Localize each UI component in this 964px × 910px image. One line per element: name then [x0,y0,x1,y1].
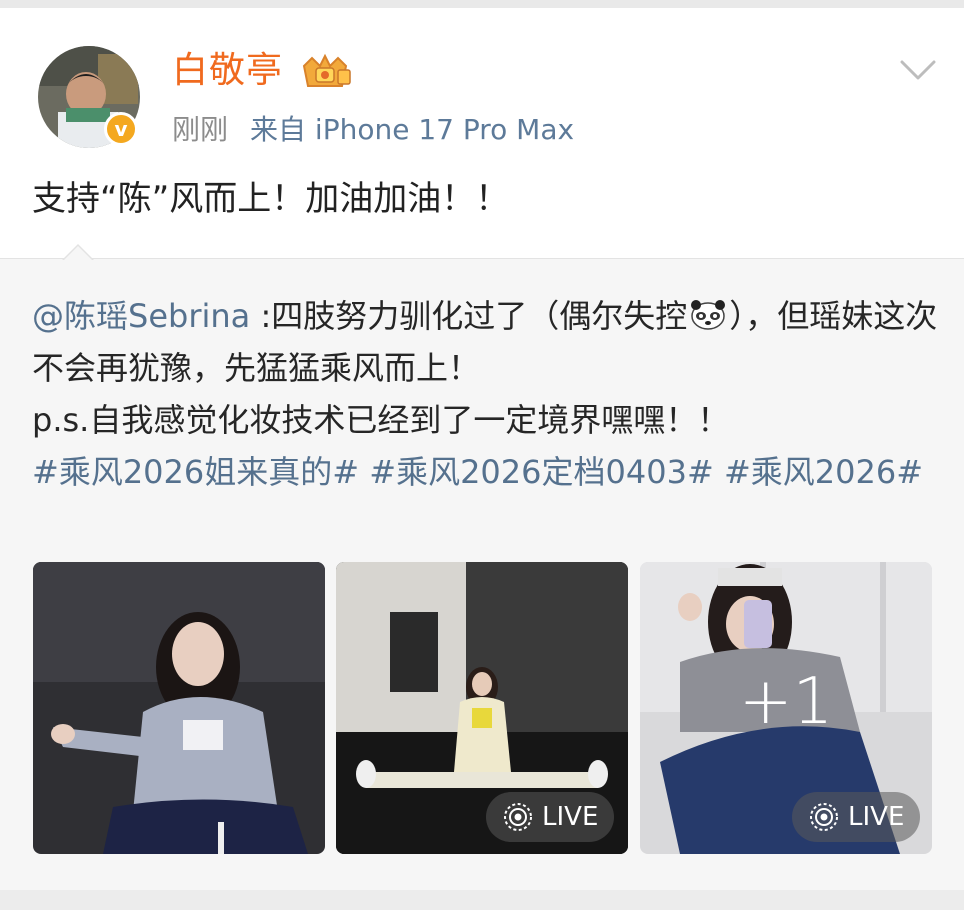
live-icon [504,803,532,831]
hashtag-3[interactable]: #乘风2026# [724,453,923,491]
post-time: 刚刚 [172,113,229,146]
bottom-strip [0,890,964,910]
repost-line2: p.s.自我感觉化妆技术已经到了一定境界嘿嘿！！ [32,401,730,439]
panda-emoji-icon [691,300,726,330]
top-strip [0,0,964,8]
chevron-down-icon[interactable] [900,58,936,82]
live-label: LIVE [542,802,599,832]
post-meta: 刚刚 来自 iPhone 17 Pro Max [172,110,574,150]
more-images-count[interactable]: +1 [640,662,932,742]
repost-notch-inner [63,246,93,261]
image-thumbnail-3[interactable]: +1 LIVE [640,562,932,854]
repost-text: @陈瑶Sebrina :四肢努力驯化过了（偶尔失控 ），但瑶妹这次不会再犹豫，先… [32,290,938,498]
divider [0,258,964,259]
live-badge: LIVE [486,792,614,842]
live-badge-2: LIVE [792,792,920,842]
image-thumbnail-1[interactable] [33,562,325,854]
crown-badge-icon[interactable] [298,52,352,92]
live-icon [810,803,838,831]
repost-text-part1: :四肢努力驯化过了（偶尔失控 [250,297,688,335]
live-label: LIVE [848,802,905,832]
post-text: 支持“陈”风而上！加油加油！！ [32,179,510,219]
hashtag-2[interactable]: #乘风2026定档0403# [369,453,714,491]
username[interactable]: 白敬亭 [172,46,283,96]
post-source[interactable]: 来自 iPhone 17 Pro Max [250,113,574,146]
image-thumbnail-2[interactable]: LIVE [336,562,628,854]
repost-mention[interactable]: @陈瑶Sebrina [32,297,250,335]
hashtag-1[interactable]: #乘风2026姐来真的# [32,453,359,491]
verified-badge-icon: v [104,112,138,146]
